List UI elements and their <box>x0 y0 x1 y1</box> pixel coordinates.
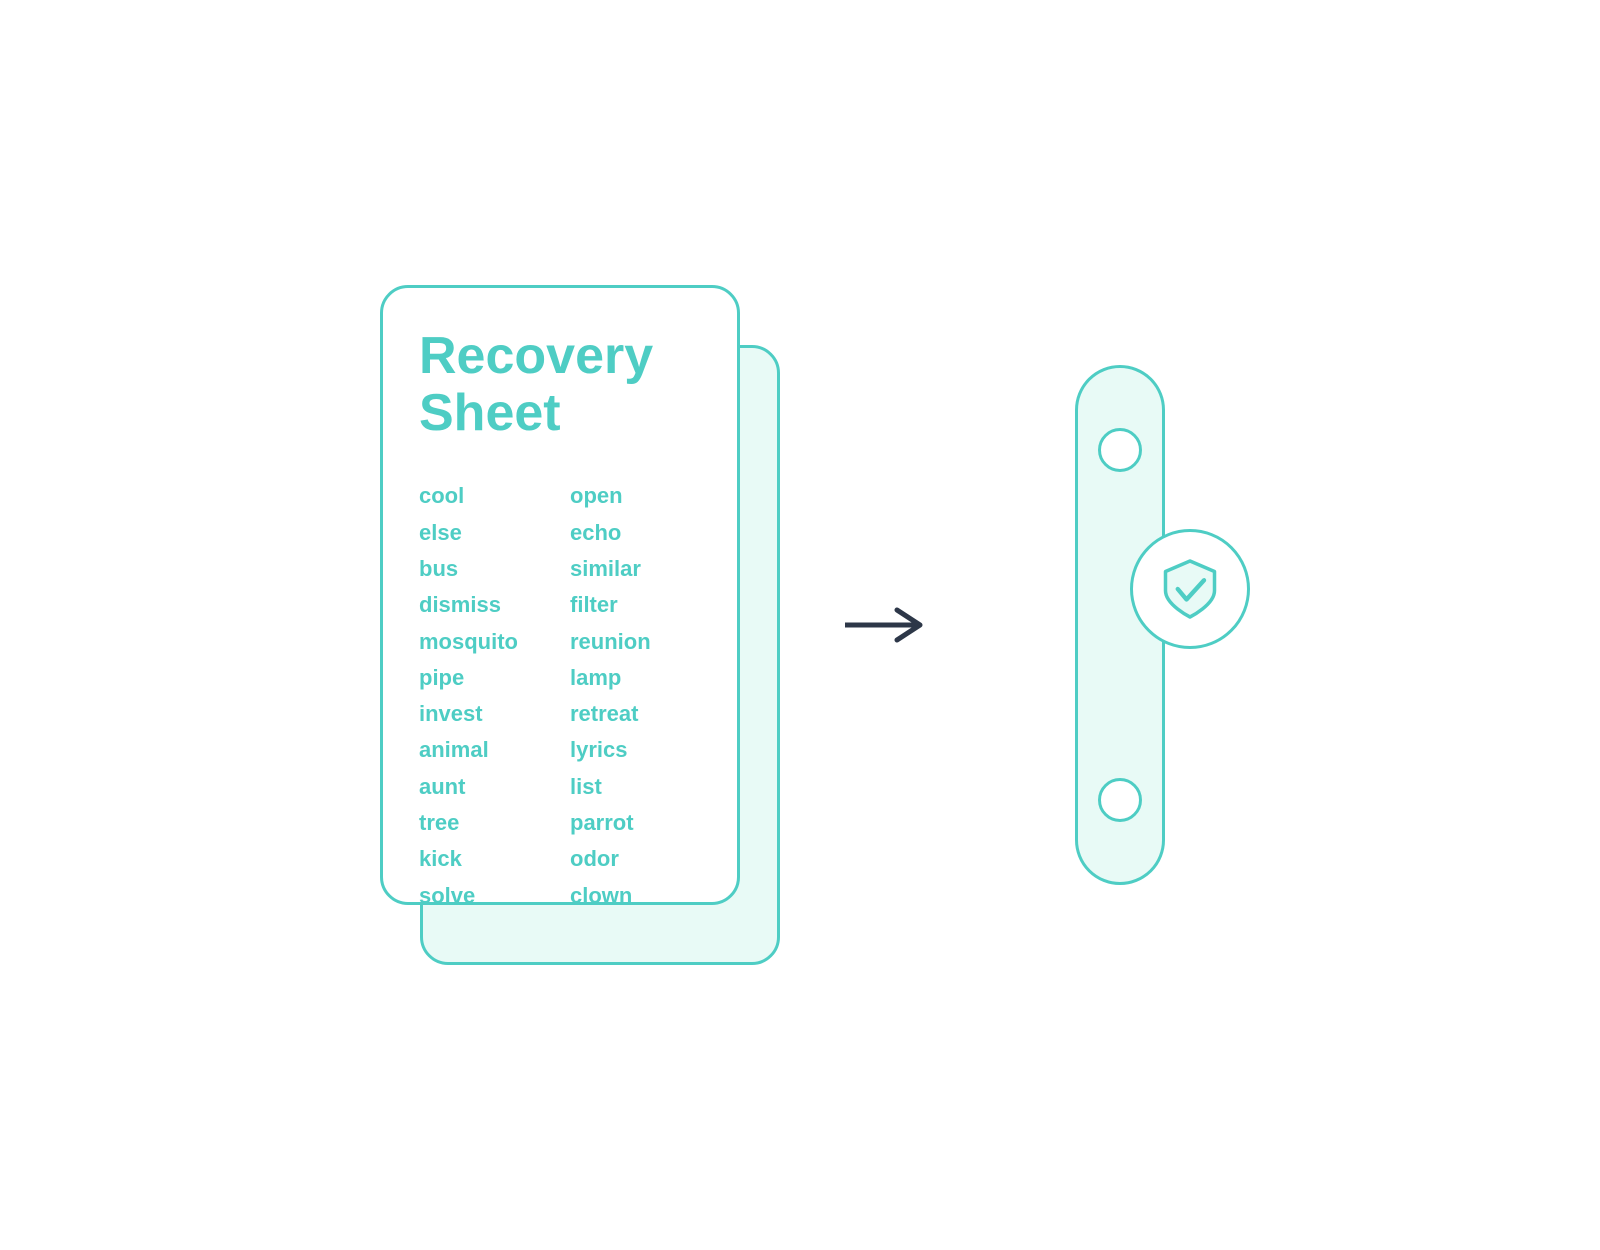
scene: Recovery Sheet coolelsebusdismissmosquit… <box>0 0 1600 1250</box>
word-item: cool <box>419 478 550 514</box>
arrow-container <box>840 595 940 655</box>
shield-badge <box>1130 529 1250 649</box>
usb-hole-bottom <box>1098 778 1142 822</box>
word-item: dismiss <box>419 587 550 623</box>
word-item: else <box>419 515 550 551</box>
word-item: echo <box>570 515 701 551</box>
arrow-icon <box>845 595 935 655</box>
word-item: list <box>570 769 701 805</box>
card-stack: Recovery Sheet coolelsebusdismissmosquit… <box>380 285 760 965</box>
word-item: open <box>570 478 701 514</box>
word-item: aunt <box>419 769 550 805</box>
word-grid: coolelsebusdismissmosquitopipeinvestanim… <box>419 478 701 914</box>
word-item: kick <box>419 841 550 877</box>
word-item: retreat <box>570 696 701 732</box>
word-col1: coolelsebusdismissmosquitopipeinvestanim… <box>419 478 550 914</box>
word-item: tree <box>419 805 550 841</box>
word-item: lyrics <box>570 732 701 768</box>
word-item: invest <box>419 696 550 732</box>
usb-hole-top <box>1098 428 1142 472</box>
card-title-line2: Sheet <box>419 384 561 442</box>
word-item: filter <box>570 587 701 623</box>
word-item: lamp <box>570 660 701 696</box>
word-item: parrot <box>570 805 701 841</box>
card-title: Recovery Sheet <box>419 328 701 442</box>
word-item: bus <box>419 551 550 587</box>
word-item: odor <box>570 841 701 877</box>
word-item: clown <box>570 878 701 914</box>
word-item: animal <box>419 732 550 768</box>
card-front: Recovery Sheet coolelsebusdismissmosquit… <box>380 285 740 905</box>
device-container <box>1020 325 1220 925</box>
word-col2: openechosimilarfilterreunionlampretreatl… <box>570 478 701 914</box>
word-item: solve <box>419 878 550 914</box>
word-item: mosquito <box>419 624 550 660</box>
word-item: similar <box>570 551 701 587</box>
card-title-line1: Recovery <box>419 327 653 385</box>
word-item: pipe <box>419 660 550 696</box>
word-item: reunion <box>570 624 701 660</box>
